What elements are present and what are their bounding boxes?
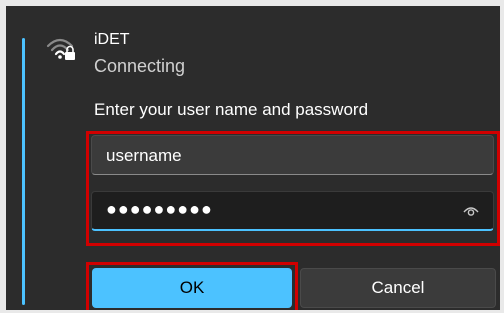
eye-icon[interactable] (463, 205, 479, 217)
credentials-prompt: Enter your user name and password (94, 100, 369, 119)
username-field[interactable]: username (91, 135, 494, 175)
connection-status: Connecting (94, 56, 186, 76)
username-value: username (106, 146, 182, 165)
password-field[interactable]: ●●●●●●●●● (91, 191, 494, 231)
network-name: iDET (94, 31, 130, 48)
cancel-button[interactable]: Cancel (300, 268, 496, 308)
wifi-secured-icon (46, 38, 75, 60)
wifi-login-panel: iDET Connecting Enter your user name and… (6, 6, 500, 310)
selection-accent-bar (22, 38, 25, 305)
ok-button[interactable]: OK (92, 268, 292, 308)
password-mask: ●●●●●●●●● (106, 199, 213, 219)
